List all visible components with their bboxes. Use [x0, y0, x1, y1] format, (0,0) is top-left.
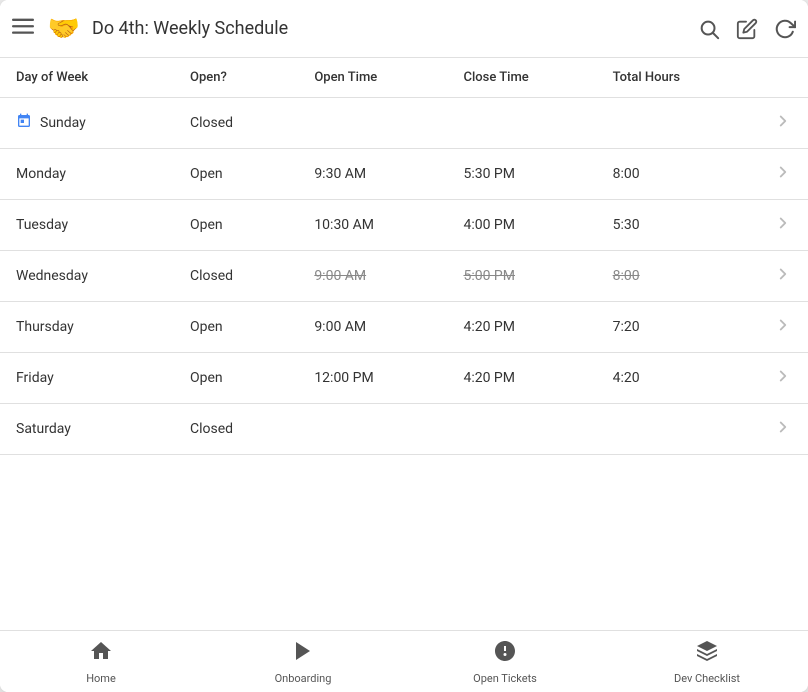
- open-time-cell: 9:30 AM: [298, 149, 447, 200]
- edit-icon[interactable]: [736, 18, 758, 40]
- close-time-cell: 5:30 PM: [447, 149, 596, 200]
- app-header: 🤝 Do 4th: Weekly Schedule: [0, 0, 808, 58]
- close-time-cell: 4:20 PM: [447, 302, 596, 353]
- day-cell: Sunday: [0, 98, 174, 149]
- table-row[interactable]: Sunday Closed: [0, 98, 808, 149]
- refresh-icon[interactable]: [774, 18, 796, 40]
- close-time-cell: [447, 404, 596, 455]
- table-row[interactable]: FridayOpen12:00 PM4:20 PM4:20: [0, 353, 808, 404]
- main-content: Day of Week Open? Open Time Close Time T…: [0, 58, 808, 630]
- page-title: Do 4th: Weekly Schedule: [92, 18, 698, 39]
- day-name: Sunday: [40, 115, 86, 131]
- row-chevron[interactable]: [746, 251, 808, 302]
- close-time-cell: 5:00 PM: [447, 251, 596, 302]
- open-status-cell: Closed: [174, 251, 298, 302]
- total-hours-cell: 7:20: [597, 302, 746, 353]
- total-hours-cell: 8:00: [597, 149, 746, 200]
- table-row[interactable]: MondayOpen9:30 AM5:30 PM8:00: [0, 149, 808, 200]
- col-day-of-week: Day of Week: [0, 58, 174, 98]
- open-time-cell: 10:30 AM: [298, 200, 447, 251]
- col-chevron: [746, 58, 808, 98]
- close-time-cell: [447, 98, 596, 149]
- nav-onboarding[interactable]: Onboarding: [202, 631, 404, 692]
- table-header-row: Day of Week Open? Open Time Close Time T…: [0, 58, 808, 98]
- day-cell: Monday: [0, 149, 174, 200]
- open-time-cell: [298, 98, 447, 149]
- col-open-time: Open Time: [298, 58, 447, 98]
- day-cell: Friday: [0, 353, 174, 404]
- day-cell: Saturday: [0, 404, 174, 455]
- row-chevron[interactable]: [746, 353, 808, 404]
- total-hours-cell: [597, 404, 746, 455]
- nav-open-tickets[interactable]: Open Tickets: [404, 631, 606, 692]
- open-time-cell: 9:00 AM: [298, 251, 447, 302]
- row-chevron[interactable]: [746, 200, 808, 251]
- table-row[interactable]: SaturdayClosed: [0, 404, 808, 455]
- checklist-icon: [695, 639, 719, 668]
- close-time-cell: 4:00 PM: [447, 200, 596, 251]
- play-icon: [291, 639, 315, 668]
- row-chevron[interactable]: [746, 302, 808, 353]
- open-status-cell: Open: [174, 353, 298, 404]
- open-time-cell: [298, 404, 447, 455]
- close-time-cell: 4:20 PM: [447, 353, 596, 404]
- open-status-cell: Open: [174, 149, 298, 200]
- schedule-table: Day of Week Open? Open Time Close Time T…: [0, 58, 808, 455]
- open-status-cell: Closed: [174, 98, 298, 149]
- day-cell: Wednesday: [0, 251, 174, 302]
- search-icon[interactable]: [698, 18, 720, 40]
- nav-open-tickets-label: Open Tickets: [473, 672, 537, 685]
- total-hours-cell: 8:00: [597, 251, 746, 302]
- col-open: Open?: [174, 58, 298, 98]
- row-chevron[interactable]: [746, 404, 808, 455]
- calendar-icon: [16, 113, 32, 133]
- menu-icon[interactable]: [12, 15, 34, 42]
- day-cell: Tuesday: [0, 200, 174, 251]
- open-status-cell: Closed: [174, 404, 298, 455]
- total-hours-cell: 5:30: [597, 200, 746, 251]
- col-close-time: Close Time: [447, 58, 596, 98]
- nav-dev-checklist[interactable]: Dev Checklist: [606, 631, 808, 692]
- nav-home-label: Home: [86, 672, 116, 685]
- open-time-cell: 9:00 AM: [298, 302, 447, 353]
- day-cell: Thursday: [0, 302, 174, 353]
- col-total-hours: Total Hours: [597, 58, 746, 98]
- open-status-cell: Open: [174, 302, 298, 353]
- row-chevron[interactable]: [746, 149, 808, 200]
- open-status-cell: Open: [174, 200, 298, 251]
- bottom-nav: Home Onboarding Open Tickets Dev Checkli…: [0, 630, 808, 692]
- nav-onboarding-label: Onboarding: [275, 672, 332, 685]
- total-hours-cell: [597, 98, 746, 149]
- ticket-icon: [493, 639, 517, 668]
- total-hours-cell: 4:20: [597, 353, 746, 404]
- row-chevron[interactable]: [746, 98, 808, 149]
- table-row[interactable]: TuesdayOpen10:30 AM4:00 PM5:30: [0, 200, 808, 251]
- table-row[interactable]: ThursdayOpen9:00 AM4:20 PM7:20: [0, 302, 808, 353]
- app-logo: 🤝: [46, 11, 82, 47]
- home-icon: [89, 639, 113, 668]
- header-actions: [698, 18, 796, 40]
- open-time-cell: 12:00 PM: [298, 353, 447, 404]
- nav-dev-checklist-label: Dev Checklist: [674, 672, 740, 685]
- table-row[interactable]: WednesdayClosed9:00 AM5:00 PM8:00: [0, 251, 808, 302]
- app-frame: 🤝 Do 4th: Weekly Schedule Day of Week Op…: [0, 0, 808, 692]
- nav-home[interactable]: Home: [0, 631, 202, 692]
